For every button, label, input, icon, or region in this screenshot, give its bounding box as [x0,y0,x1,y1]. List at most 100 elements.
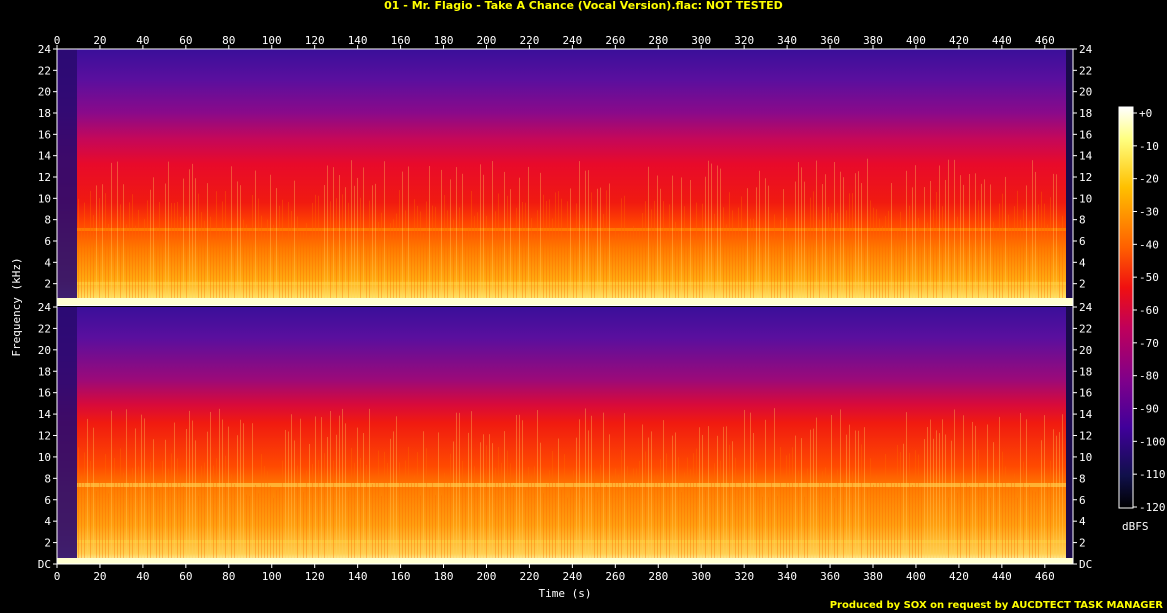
texture-streak [246,224,247,298]
x-tick-label-top: 0 [54,34,61,47]
texture-streak [1053,429,1054,558]
texture-streak [750,412,751,558]
texture-streak [963,184,964,298]
texture-streak [960,472,961,558]
texture-streak [366,464,367,558]
y-tick-label-right: 2 [1079,537,1086,550]
texture-streak [885,215,886,298]
y-tick-label-left: 24 [38,43,52,56]
texture-streak [78,198,79,298]
texture-streak [264,232,265,298]
texture-streak [996,228,997,298]
texture-streak [765,178,766,298]
texture-streak [420,211,421,298]
colorbar-tick-label: +0 [1139,107,1152,120]
texture-streak [858,171,859,298]
texture-streak [303,491,304,558]
texture-streak [672,435,673,558]
texture-streak [477,483,478,558]
texture-streak [849,424,850,558]
texture-streak [564,454,565,558]
texture-streak [993,442,994,558]
texture-streak [1035,171,1036,298]
x-tick-label-bottom: 200 [477,570,497,583]
y-tick-label-right: 14 [1079,408,1093,421]
y-tick-label-left: 12 [38,171,51,184]
texture-streak [807,468,808,558]
texture-streak [429,488,430,558]
texture-streak [567,201,568,298]
texture-streak [300,418,301,558]
texture-streak [834,162,835,298]
texture-streak [408,166,409,298]
texture-streak [675,221,676,298]
texture-streak [705,490,706,558]
texture-streak [651,209,652,298]
texture-streak [87,418,88,558]
texture-streak [147,476,148,558]
texture-streak [792,235,793,298]
texture-streak [873,207,874,298]
texture-streak [195,178,196,298]
texture-streak [453,441,454,558]
texture-streak [594,236,595,298]
texture-streak [528,466,529,558]
texture-streak [957,492,958,558]
texture-streak [258,493,259,558]
spectrogram-chart: Frequency (kHz) Time (s) dBFS 0 0 20 20 40 40… [10,34,1166,600]
texture-streak [417,452,418,558]
texture-streak [750,218,751,298]
texture-streak [975,425,976,558]
texture-streak [291,210,292,298]
texture-streak [606,190,607,298]
texture-streak [465,479,466,558]
texture-streak [456,167,457,298]
texture-streak [564,237,565,298]
texture-streak [423,431,424,558]
texture-streak [1032,490,1033,558]
texture-streak [546,200,547,298]
texture-streak [1041,440,1042,558]
texture-streak [1062,215,1063,298]
texture-streak [726,426,727,558]
texture-streak [270,485,271,558]
texture-streak [705,176,706,298]
texture-streak [900,211,901,298]
texture-streak [891,482,892,558]
texture-streak [393,431,394,558]
texture-streak [354,462,355,558]
texture-streak [936,191,937,298]
texture-streak [678,229,679,298]
x-tick-label-top: 460 [1035,34,1055,47]
texture-streak [120,204,121,298]
texture-streak [147,200,148,298]
texture-streak [888,488,889,558]
texture-streak [987,424,988,558]
texture-streak [486,215,487,298]
texture-streak [915,165,916,298]
texture-streak [636,468,637,558]
texture-streak [405,460,406,558]
texture-streak [132,194,133,298]
texture-streak [648,437,649,558]
texture-streak [624,413,625,558]
texture-streak [378,450,379,558]
texture-streak [480,164,481,298]
texture-streak [438,227,439,298]
texture-streak [771,481,772,558]
texture-streak [396,213,397,298]
texture-streak [285,237,286,298]
texture-streak [612,236,613,298]
texture-streak [555,478,556,558]
texture-streak [252,423,253,558]
texture-streak [1014,206,1015,298]
y-tick-label-right: 4 [1079,256,1086,269]
texture-streak [855,430,856,558]
colorbar-label: dBFS [1122,520,1149,533]
texture-streak [777,495,778,558]
texture-streak [354,185,355,298]
y-tick-label-left: 4 [44,256,51,269]
texture-streak [384,161,385,298]
texture-streak [903,231,904,298]
texture-streak [138,466,139,558]
